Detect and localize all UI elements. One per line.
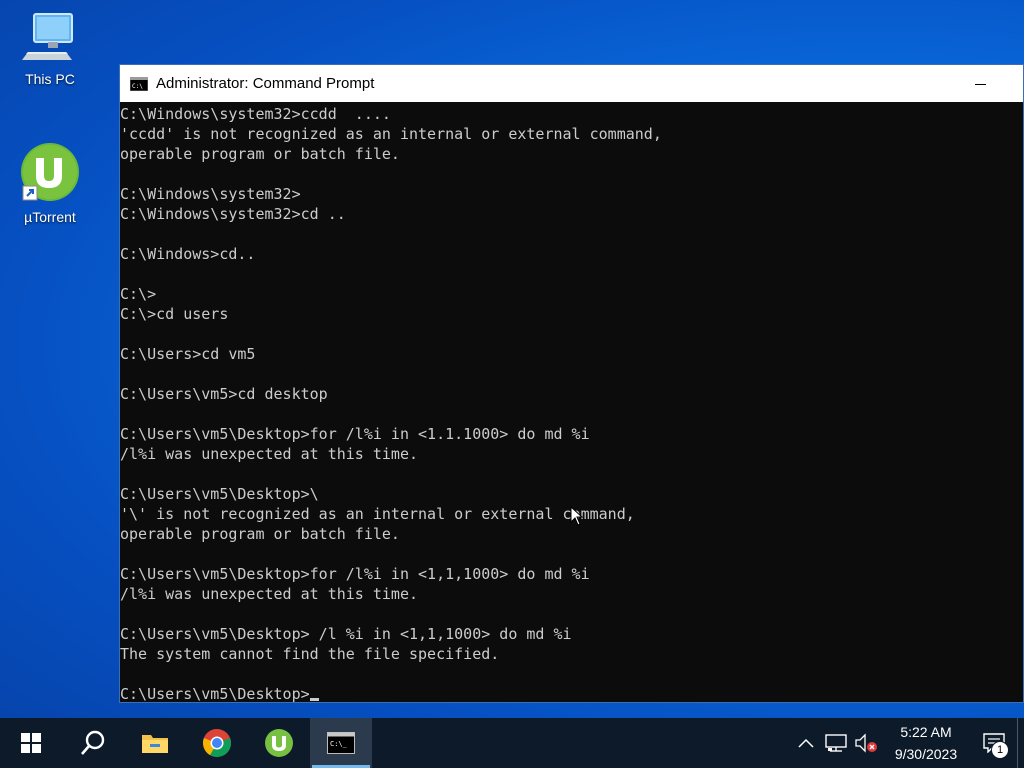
taskbar: C:\_ 5:22 AM 9/30/2023 1 (0, 718, 1024, 768)
clock-date: 9/30/2023 (894, 746, 958, 762)
console-line: C:\Users\vm5\Desktop> (120, 684, 1023, 702)
console-line: /l%i was unexpected at this time. (120, 585, 419, 603)
utorrent-icon (265, 729, 293, 757)
minimize-button[interactable] (957, 71, 1003, 97)
cmd-icon: C:\_ (327, 732, 355, 754)
console-line: C:\Users\vm5\Desktop>for /l%i in <1.1.10… (120, 425, 590, 443)
text-cursor (309, 698, 319, 701)
show-desktop-button[interactable] (1017, 718, 1024, 768)
file-explorer-button[interactable] (124, 718, 186, 768)
taskbar-clock[interactable]: 5:22 AM 9/30/2023 (881, 721, 971, 765)
desktop-icon-utorrent[interactable]: µTorrent (12, 142, 88, 225)
utorrent-icon (21, 143, 79, 201)
network-button[interactable] (821, 718, 851, 768)
search-button[interactable] (62, 718, 124, 768)
utorrent-taskbar-button[interactable] (248, 718, 310, 768)
console-line: The system cannot find the file specifie… (120, 645, 500, 663)
console-line: C:\Windows\system32>ccdd .... (120, 105, 391, 123)
console-line: C:\Users\vm5\Desktop>\ (120, 485, 319, 503)
console-line: C:\Users\vm5>cd desktop (120, 385, 328, 403)
mouse-pointer-icon (570, 506, 584, 526)
console-line: C:\Users>cd vm5 (120, 345, 256, 363)
desktop-icon-this-pc[interactable]: This PC (12, 10, 88, 87)
svg-text:C:\: C:\ (132, 83, 143, 90)
search-icon (81, 730, 105, 755)
notification-count-badge: 1 (991, 741, 1009, 759)
desktop-icon-label: This PC (25, 71, 75, 87)
console-output[interactable]: C:\Windows\system32>ccdd .... 'ccdd' is n… (120, 102, 1023, 702)
volume-muted-icon (855, 733, 877, 753)
cmd-icon: C:\ (130, 76, 148, 91)
volume-button[interactable] (851, 718, 881, 768)
console-line: C:\Windows\system32> (120, 185, 301, 203)
window-titlebar[interactable]: C:\ Administrator: Command Prompt (120, 65, 1023, 102)
folder-icon (142, 735, 168, 753)
windows-logo-icon (21, 733, 41, 753)
console-line: 'ccdd' is not recognized as an internal … (120, 125, 662, 143)
minimize-icon (974, 83, 986, 85)
console-line: C:\Users\vm5\Desktop> /l %i in <1,1,1000… (120, 625, 572, 643)
console-line: /l%i was unexpected at this time. (120, 445, 419, 463)
window-title: Administrator: Command Prompt (156, 75, 375, 92)
console-line: C:\> (120, 285, 157, 303)
show-hidden-icons-button[interactable] (791, 718, 821, 768)
svg-text:C:\_: C:\_ (330, 740, 348, 748)
command-prompt-window[interactable]: C:\ Administrator: Command Prompt C:\Win… (119, 64, 1024, 703)
computer-icon (22, 13, 73, 60)
clock-time: 5:22 AM (900, 724, 952, 740)
console-line: operable program or batch file. (120, 525, 400, 543)
action-center-button[interactable]: 1 (971, 718, 1017, 768)
console-line: C:\Windows>cd.. (120, 245, 256, 263)
chrome-button[interactable] (186, 718, 248, 768)
chevron-up-icon (798, 738, 814, 748)
start-button[interactable] (0, 718, 62, 768)
cmd-taskbar-button[interactable]: C:\_ (310, 718, 372, 768)
console-line: C:\Windows\system32>cd .. (120, 205, 346, 223)
console-line: C:\>cd users (120, 305, 229, 323)
system-tray: 5:22 AM 9/30/2023 1 (791, 718, 1024, 768)
desktop-icon-label: µTorrent (24, 209, 76, 225)
network-icon (825, 734, 847, 752)
chrome-icon (202, 729, 232, 757)
console-line: C:\Users\vm5\Desktop>for /l%i in <1,1,10… (120, 565, 590, 583)
console-line: operable program or batch file. (120, 145, 400, 163)
